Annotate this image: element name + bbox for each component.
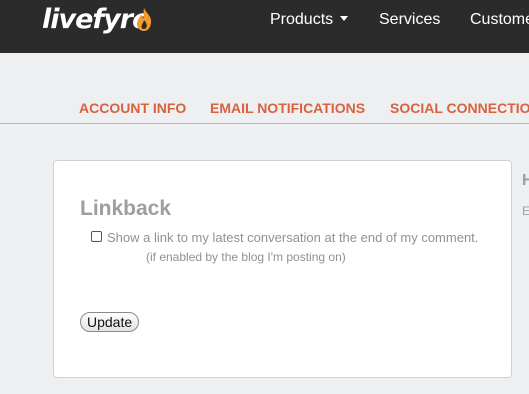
- side-panel-text: E: [522, 204, 529, 218]
- top-navigation-bar: livefyre Products Services Custome: [0, 0, 529, 53]
- tab-social-connections[interactable]: SOCIAL CONNECTIO: [390, 100, 529, 116]
- update-button[interactable]: Update: [80, 312, 140, 332]
- nav-products-label: Products: [270, 11, 334, 28]
- flame-icon: [137, 8, 152, 31]
- nav-products[interactable]: Products: [270, 11, 349, 29]
- nav-customers[interactable]: Custome: [470, 11, 529, 29]
- tab-email-notifications[interactable]: EMAIL NOTIFICATIONS: [210, 100, 365, 116]
- tab-account-info[interactable]: ACCOUNT INFO: [79, 100, 186, 116]
- nav-services[interactable]: Services: [379, 11, 440, 29]
- show-link-label[interactable]: Show a link to my latest conversation at…: [107, 230, 478, 245]
- tabs-divider: [0, 123, 529, 124]
- show-link-note: (if enabled by the blog I'm posting on): [146, 250, 346, 264]
- side-panel-heading: H: [522, 172, 529, 189]
- show-link-checkbox[interactable]: [91, 231, 102, 242]
- linkback-card: Linkback Show a link to my latest conver…: [53, 160, 512, 378]
- linkback-title: Linkback: [80, 197, 172, 220]
- caret-down-icon: [340, 16, 349, 21]
